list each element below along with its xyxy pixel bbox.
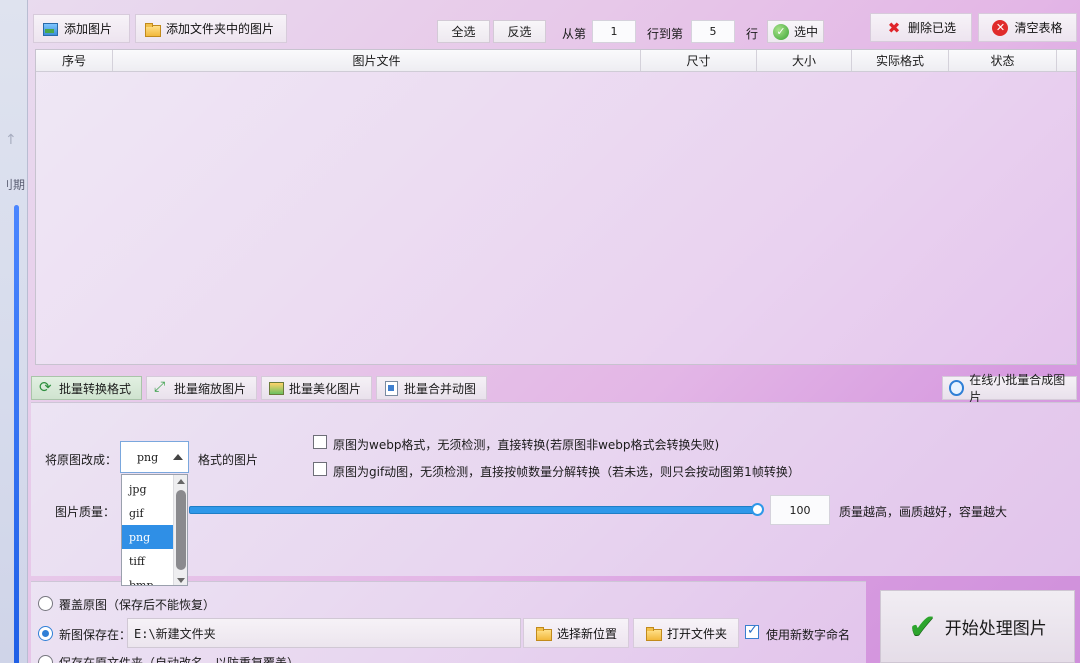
gif-frames-label: 原图为gif动图，无须检测，直接按帧数量分解转换（若未选，则只会按动图第1帧转换… xyxy=(333,465,800,479)
folder-icon xyxy=(535,625,552,641)
column-header-index[interactable]: 序号 xyxy=(36,50,113,71)
tab-batch-convert[interactable]: 批量转换格式 xyxy=(31,376,142,400)
convert-settings-panel xyxy=(31,402,1080,576)
overwrite-original-radio[interactable] xyxy=(38,596,53,611)
quality-slider-thumb[interactable] xyxy=(751,503,764,516)
invert-select-button[interactable]: 反选 xyxy=(493,20,546,43)
scroll-up-arrow-icon[interactable] xyxy=(177,479,185,484)
folder-image-icon xyxy=(144,21,161,37)
quality-value-input[interactable]: 100 xyxy=(770,495,830,525)
column-header-size[interactable]: 大小 xyxy=(757,50,852,71)
open-folder-icon xyxy=(645,625,662,641)
overwrite-original-label: 覆盖原图（保存后不能恢复） xyxy=(59,598,216,612)
scroll-thumb[interactable] xyxy=(176,490,186,570)
webp-direct-label: 原图为webp格式，无须检测，直接转换(若原图非webp格式会转换失败) xyxy=(333,438,720,452)
clear-circle-x-icon: ✕ xyxy=(992,19,1009,36)
start-processing-label: 开始处理图片 xyxy=(944,619,1047,639)
numeric-naming-checkbox[interactable] xyxy=(745,623,759,639)
tab-batch-resize-label: 批量缩放图片 xyxy=(174,381,247,396)
add-image-button[interactable]: 添加图片 xyxy=(33,14,130,43)
open-folder-label: 打开文件夹 xyxy=(666,626,727,641)
quality-label: 图片质量： xyxy=(55,505,116,519)
clear-table-button[interactable]: ✕ 清空表格 xyxy=(978,13,1077,42)
sidebar-scroll-indicator xyxy=(14,205,19,663)
delete-selected-label: 删除已选 xyxy=(907,21,956,35)
from-row-input[interactable]: 1 xyxy=(592,20,636,43)
tab-batch-beautify-label: 批量美化图片 xyxy=(289,381,362,396)
format-option-png[interactable]: png xyxy=(122,525,175,549)
to-row-input[interactable]: 5 xyxy=(691,20,735,43)
from-row-label: 从第 xyxy=(562,27,587,41)
format-select[interactable]: png xyxy=(120,441,189,473)
to-row-label: 行到第 xyxy=(647,27,684,41)
change-to-label: 将原图改成： xyxy=(45,453,118,467)
column-header-file[interactable]: 图片文件 xyxy=(113,50,641,71)
save-path-input[interactable]: E:\新建文件夹 xyxy=(127,618,521,648)
table-header: 序号 图片文件 尺寸 大小 实际格式 状态 xyxy=(36,50,1076,72)
delete-x-icon: ✖ xyxy=(887,18,901,37)
image-file-table[interactable]: 序号 图片文件 尺寸 大小 实际格式 状态 xyxy=(35,49,1077,365)
format-option-gif[interactable]: gif xyxy=(122,501,175,525)
choose-location-button[interactable]: 选择新位置 xyxy=(523,618,629,648)
dropdown-scrollbar[interactable] xyxy=(173,475,187,585)
tab-batch-convert-label: 批量转换格式 xyxy=(59,381,132,396)
save-new-location-label: 新图保存在： xyxy=(59,628,132,642)
tab-batch-merge-gif[interactable]: 批量合并动图 xyxy=(376,376,487,400)
format-suffix-label: 格式的图片 xyxy=(198,453,259,467)
gif-frames-checkbox[interactable] xyxy=(313,462,327,476)
quality-hint: 质量越高，画质越好，容量越大 xyxy=(839,505,1008,519)
quality-slider-track[interactable] xyxy=(189,506,757,514)
column-header-dimensions[interactable]: 尺寸 xyxy=(641,50,757,71)
online-compose-label: 在线小批量合成图片 xyxy=(969,373,1066,404)
choose-location-label: 选择新位置 xyxy=(556,626,617,641)
beautify-icon xyxy=(268,380,284,396)
save-original-folder-label: 保存在原文件夹（自动改名，以防重复覆盖） xyxy=(59,656,300,663)
format-dropdown-list[interactable]: jpg gif png tiff bmp xyxy=(121,474,188,586)
add-folder-images-label: 添加文件夹中的图片 xyxy=(166,22,275,36)
start-processing-button[interactable]: ✔ 开始处理图片 xyxy=(880,590,1075,663)
merge-gif-icon xyxy=(383,380,399,396)
format-option-jpg[interactable]: jpg xyxy=(122,477,175,501)
format-option-tiff[interactable]: tiff xyxy=(122,549,175,573)
up-arrow-icon[interactable]: ↑ xyxy=(5,132,17,148)
tab-batch-resize[interactable]: 批量缩放图片 xyxy=(146,376,257,400)
format-option-bmp[interactable]: bmp xyxy=(122,573,175,586)
column-header-status[interactable]: 状态 xyxy=(949,50,1057,71)
clear-table-label: 清空表格 xyxy=(1014,21,1063,35)
format-select-value: png xyxy=(137,450,159,464)
function-tabs: 批量转换格式 批量缩放图片 批量美化图片 批量合并动图 在线小批量合成图片 xyxy=(28,373,1080,404)
row-suffix-label: 行 xyxy=(746,27,759,41)
select-rows-label: 选中 xyxy=(793,25,818,39)
add-folder-images-button[interactable]: 添加文件夹中的图片 xyxy=(135,14,287,43)
open-folder-button[interactable]: 打开文件夹 xyxy=(633,618,739,648)
check-circle-icon: ✓ xyxy=(772,23,789,40)
numeric-naming-label: 使用新数字命名 xyxy=(766,628,851,642)
convert-icon xyxy=(38,378,54,396)
sidebar-cut-text: 刂期 xyxy=(1,178,26,192)
online-globe-icon xyxy=(949,380,965,396)
add-image-label: 添加图片 xyxy=(64,22,113,36)
caret-up-icon xyxy=(173,454,183,460)
column-header-actual-format[interactable]: 实际格式 xyxy=(852,50,949,71)
resize-icon xyxy=(153,379,169,396)
save-new-location-radio[interactable] xyxy=(38,626,53,641)
online-compose-button[interactable]: 在线小批量合成图片 xyxy=(942,373,1077,404)
scroll-down-arrow-icon[interactable] xyxy=(177,578,185,583)
select-all-button[interactable]: 全选 xyxy=(437,20,490,43)
save-original-folder-radio[interactable] xyxy=(38,655,53,663)
left-sidebar-strip: ↑ 刂期 xyxy=(0,0,28,663)
webp-direct-checkbox[interactable] xyxy=(313,435,327,449)
delete-selected-button[interactable]: ✖ 删除已选 xyxy=(870,13,972,42)
tab-batch-merge-gif-label: 批量合并动图 xyxy=(404,381,477,396)
green-check-icon: ✔ xyxy=(908,606,937,647)
select-rows-button[interactable]: ✓ 选中 xyxy=(767,20,824,43)
tab-batch-beautify[interactable]: 批量美化图片 xyxy=(261,376,372,400)
add-image-icon xyxy=(42,21,58,37)
